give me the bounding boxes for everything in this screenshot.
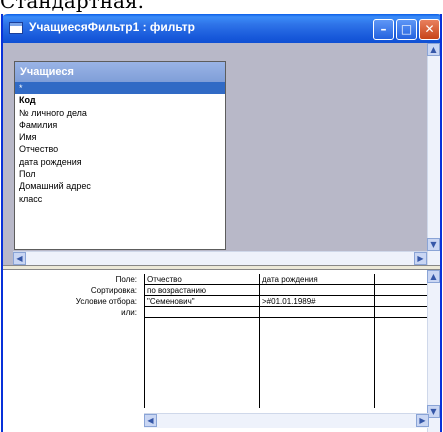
field-list-item[interactable]: класс: [15, 193, 225, 205]
column-divider: [374, 274, 375, 408]
lower-horizontal-scrollbar[interactable]: ◀ ▶: [144, 413, 429, 428]
row-label-or: или:: [121, 308, 137, 317]
field-list-item[interactable]: Фамилия: [15, 119, 225, 131]
field-list-item[interactable]: Имя: [15, 131, 225, 143]
title-bar[interactable]: УчащиесяФильтр1 : фильтр – □ ✕: [3, 14, 440, 43]
close-button[interactable]: ✕: [419, 19, 440, 40]
field-list-item[interactable]: Пол: [15, 168, 225, 180]
window-title: УчащиесяФильтр1 : фильтр: [29, 20, 195, 34]
window-icon[interactable]: [9, 22, 23, 34]
grid-cell-criteria[interactable]: [375, 296, 435, 307]
row-label-field: Поле:: [115, 275, 137, 284]
table-pane: Учащиеся * Код № личного дела Фамилия Им…: [3, 43, 440, 265]
minimize-button[interactable]: –: [373, 19, 394, 40]
grid-cell-or[interactable]: [260, 307, 375, 318]
column-divider: [259, 274, 260, 408]
grid-cell-field[interactable]: [375, 274, 435, 285]
field-list-title[interactable]: Учащиеся: [15, 62, 225, 82]
scroll-left-icon[interactable]: ◀: [13, 252, 26, 265]
lower-vertical-scrollbar[interactable]: ▲ ▼: [427, 270, 440, 432]
scroll-right-icon[interactable]: ▶: [416, 414, 429, 427]
field-list-item[interactable]: № личного дела: [15, 107, 225, 119]
grid-cell-sort[interactable]: по возрастанию: [145, 285, 260, 296]
field-list-item[interactable]: Отчество: [15, 143, 225, 155]
field-list-item-all[interactable]: *: [15, 82, 225, 95]
grid-cell-field[interactable]: дата рождения: [260, 274, 375, 285]
grid-cell-criteria[interactable]: "Семенович": [145, 296, 260, 307]
upper-vertical-scrollbar[interactable]: ▲ ▼: [427, 43, 440, 265]
scroll-down-icon[interactable]: ▼: [427, 238, 440, 251]
maximize-button[interactable]: □: [396, 19, 417, 40]
grid-cell-or[interactable]: [375, 307, 435, 318]
document-heading-fragment: Стандартная.: [0, 0, 144, 13]
grid-cell-sort[interactable]: [260, 285, 375, 296]
row-label-criteria: Условие отбора:: [75, 297, 137, 306]
scroll-right-icon[interactable]: ▶: [414, 252, 427, 265]
row-label-sort: Сортировка:: [90, 286, 137, 295]
grid-cell-or[interactable]: [145, 307, 260, 318]
scroll-left-icon[interactable]: ◀: [144, 414, 157, 427]
scroll-up-icon[interactable]: ▲: [427, 43, 440, 56]
field-list-item-kod[interactable]: Код: [15, 94, 225, 106]
grid-cell-field[interactable]: Отчество: [145, 274, 260, 285]
scroll-up-icon[interactable]: ▲: [427, 270, 440, 283]
field-list-item[interactable]: дата рождения: [15, 156, 225, 168]
field-list-item[interactable]: Домашний адрес: [15, 180, 225, 192]
grid-cell-sort[interactable]: [375, 285, 435, 296]
query-filter-window: УчащиесяФильтр1 : фильтр – □ ✕ Учащиеся …: [1, 14, 442, 432]
upper-horizontal-scrollbar[interactable]: ◀ ▶: [13, 251, 427, 266]
query-design-grid[interactable]: Отчество по возрастанию "Семенович" дата…: [144, 274, 435, 408]
grid-cell-criteria[interactable]: >#01.01.1989#: [260, 296, 375, 307]
design-grid-pane: Поле: Сортировка: Условие отбора: или: О…: [3, 270, 440, 432]
grid-row-labels: Поле: Сортировка: Условие отбора: или:: [3, 274, 139, 318]
field-list-uchashchiesya[interactable]: Учащиеся * Код № личного дела Фамилия Им…: [14, 61, 226, 250]
